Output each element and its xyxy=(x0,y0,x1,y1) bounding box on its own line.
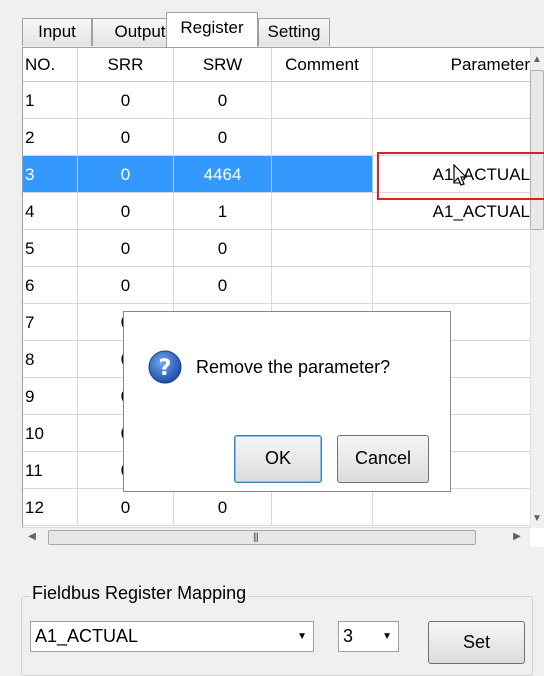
set-button[interactable]: Set xyxy=(428,621,525,664)
vertical-scroll-thumb[interactable] xyxy=(530,70,544,230)
table-row[interactable]: 600 xyxy=(23,267,535,304)
table-row[interactable]: 12 0 0 xyxy=(23,489,535,526)
cell-no[interactable]: 10 xyxy=(23,415,78,452)
cell-srr[interactable]: 0 xyxy=(78,489,174,526)
cell-no[interactable]: 1 xyxy=(23,82,78,119)
cell-srw[interactable]: 0 xyxy=(174,82,272,119)
cell-comment[interactable] xyxy=(272,193,373,230)
scroll-right-arrow-icon[interactable]: ▶ xyxy=(510,530,524,544)
cell-no[interactable]: 11 xyxy=(23,452,78,489)
cell-no[interactable]: 5 xyxy=(23,230,78,267)
cell-srw[interactable]: 0 xyxy=(174,267,272,304)
cell-no[interactable]: 8 xyxy=(23,341,78,378)
cell-comment[interactable] xyxy=(272,119,373,156)
horizontal-scroll-thumb[interactable] xyxy=(48,530,476,545)
cell-no[interactable]: 4 xyxy=(23,193,78,230)
cell-srw[interactable]: 0 xyxy=(174,119,272,156)
cell-srr[interactable]: 0 xyxy=(78,82,174,119)
cell-comment[interactable] xyxy=(272,156,373,193)
dialog-message: Remove the parameter? xyxy=(196,357,391,377)
table-row[interactable]: 100 xyxy=(23,82,535,119)
tab-setting[interactable]: Setting xyxy=(258,18,330,46)
scroll-grip-icon: ||| xyxy=(253,532,259,543)
column-header-parameter[interactable]: Parameter xyxy=(373,48,533,82)
cell-srr[interactable]: 0 xyxy=(78,193,174,230)
table-header: NO. SRR SRW Comment Parameter xyxy=(23,48,535,82)
group-title: Fieldbus Register Mapping xyxy=(30,583,249,604)
scroll-up-arrow-icon[interactable]: ▲ xyxy=(530,53,544,67)
cell-no[interactable]: 9 xyxy=(23,378,78,415)
chevron-down-icon[interactable]: ▼ xyxy=(382,622,392,651)
column-header-no[interactable]: NO. xyxy=(23,48,78,82)
tab-register[interactable]: Register xyxy=(166,12,258,47)
cell-comment[interactable] xyxy=(272,82,373,119)
scroll-down-arrow-icon[interactable]: ▼ xyxy=(530,512,544,526)
index-dropdown-value: 3 xyxy=(343,626,354,646)
cell-parameter[interactable] xyxy=(373,267,533,304)
cell-no[interactable]: 3 xyxy=(23,156,78,193)
mouse-cursor-icon xyxy=(453,164,468,186)
cell-comment[interactable] xyxy=(272,489,373,526)
cell-parameter[interactable] xyxy=(373,82,533,119)
cell-no[interactable]: 6 xyxy=(23,267,78,304)
column-header-srr[interactable]: SRR xyxy=(78,48,174,82)
cell-comment[interactable] xyxy=(272,230,373,267)
question-icon: ? xyxy=(148,350,182,384)
cell-srw[interactable]: 4464 xyxy=(174,156,272,193)
chevron-down-icon[interactable]: ▼ xyxy=(297,622,307,651)
cell-parameter[interactable] xyxy=(373,230,533,267)
tab-input[interactable]: Input xyxy=(22,18,92,46)
cancel-button[interactable]: Cancel xyxy=(337,435,429,483)
parameter-dropdown[interactable]: A1_ACTUAL ▼ xyxy=(30,621,314,652)
ok-button[interactable]: OK xyxy=(234,435,322,483)
cell-srw[interactable]: 1 xyxy=(174,193,272,230)
cell-srr[interactable]: 0 xyxy=(78,267,174,304)
cell-parameter[interactable] xyxy=(373,489,533,526)
column-header-srw[interactable]: SRW xyxy=(174,48,272,82)
cell-srr[interactable]: 0 xyxy=(78,156,174,193)
svg-text:?: ? xyxy=(159,356,172,381)
cell-no[interactable]: 2 xyxy=(23,119,78,156)
cell-srr[interactable]: 0 xyxy=(78,119,174,156)
column-header-comment[interactable]: Comment xyxy=(272,48,373,82)
confirm-dialog: ? Remove the parameter? OK Cancel xyxy=(123,311,451,492)
cell-comment[interactable] xyxy=(272,267,373,304)
cell-parameter[interactable] xyxy=(373,119,533,156)
cell-srr[interactable]: 0 xyxy=(78,230,174,267)
scroll-left-arrow-icon[interactable]: ◀ xyxy=(25,530,39,544)
cell-no[interactable]: 7 xyxy=(23,304,78,341)
cell-no[interactable]: 12 xyxy=(23,489,78,526)
cell-srw[interactable]: 0 xyxy=(174,230,272,267)
index-dropdown[interactable]: 3 ▼ xyxy=(338,621,399,652)
cell-srw[interactable]: 0 xyxy=(174,489,272,526)
table-row[interactable]: 200 xyxy=(23,119,535,156)
parameter-dropdown-value: A1_ACTUAL xyxy=(35,626,139,646)
table-row[interactable]: 500 xyxy=(23,230,535,267)
